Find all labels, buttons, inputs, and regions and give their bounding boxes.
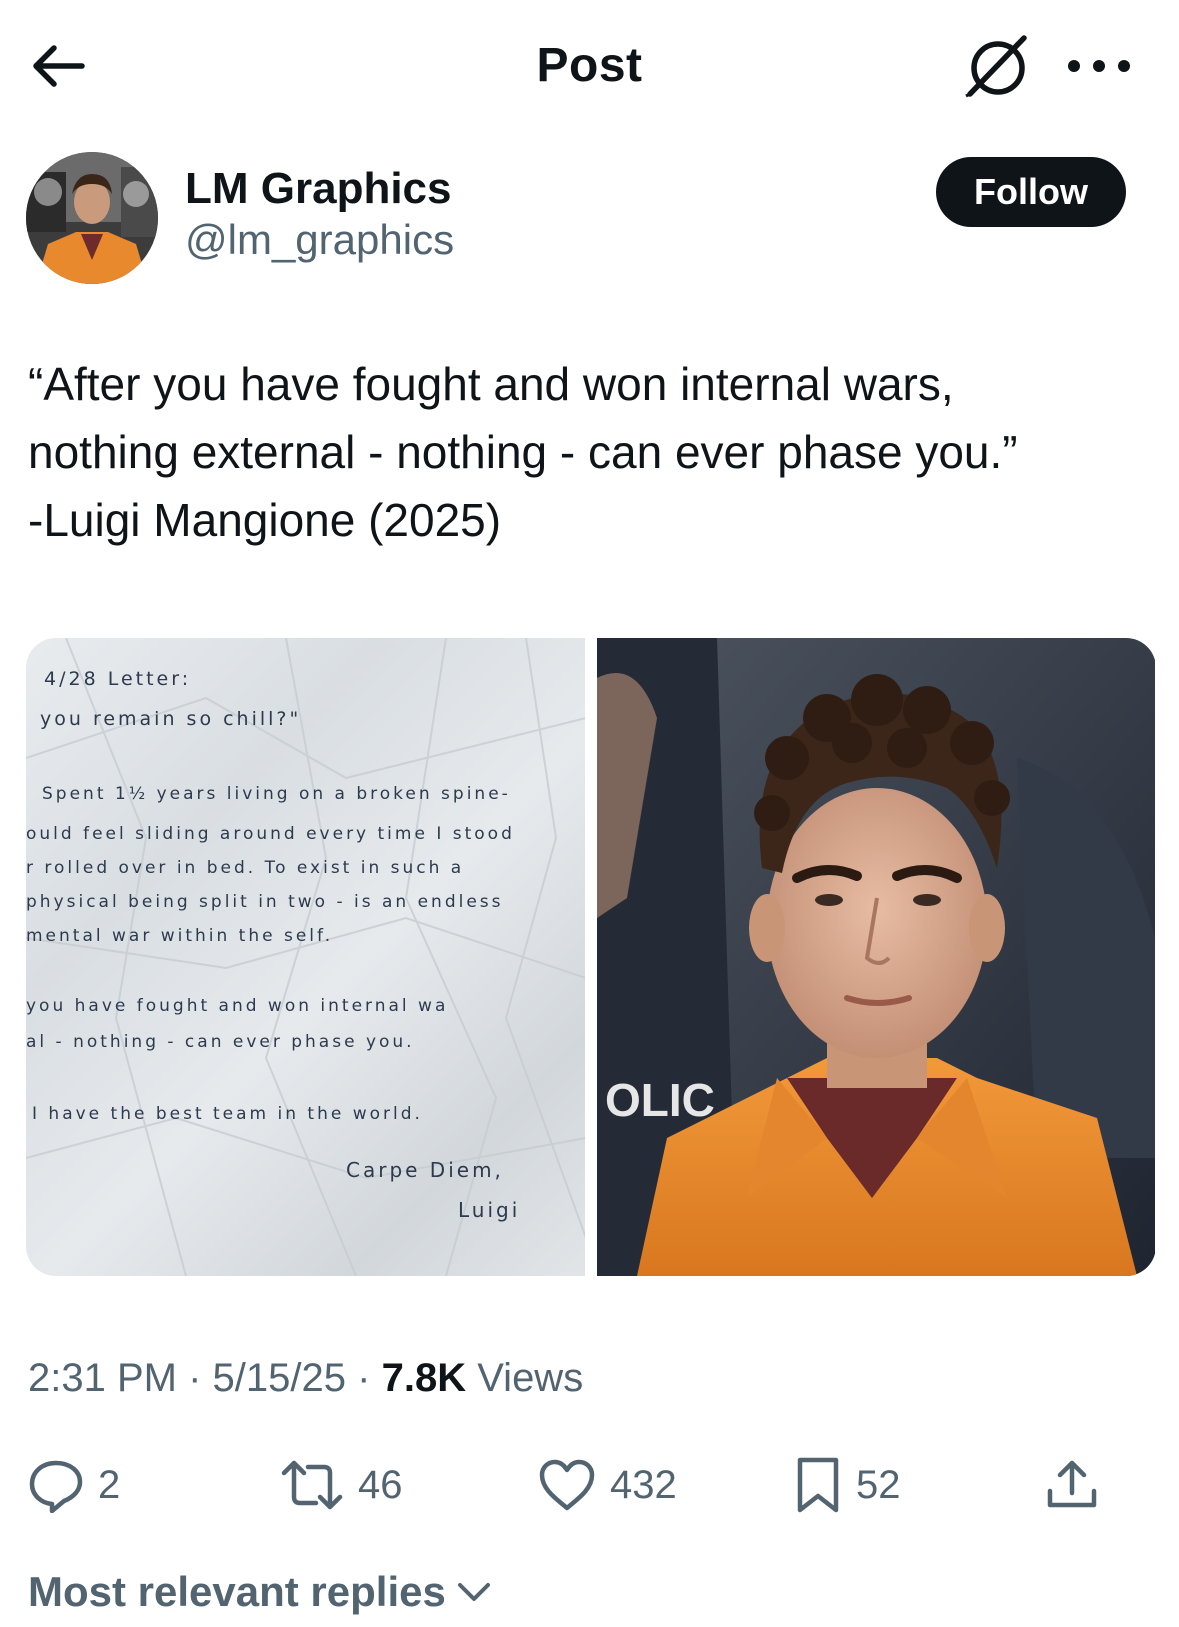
meta-separator: · [357,1356,371,1400]
author-row: LM Graphics @lm_graphics Follow [26,152,1156,286]
chevron-down-icon [457,1583,490,1601]
more-dot [1093,60,1105,72]
grok-icon [965,35,1027,98]
more-button[interactable] [1068,56,1130,76]
replies-sort-dropdown[interactable]: Most relevant replies [28,1568,494,1616]
like-button[interactable]: 432 [538,1450,677,1520]
reply-count: 2 [98,1462,121,1507]
tweet-text-line: “After you have fought and won internal … [28,358,954,410]
letter-line: you remain so chill?" [40,708,302,730]
follow-button[interactable]: Follow [936,157,1126,227]
heart-icon [539,1459,595,1511]
tweet-date[interactable]: 5/15/25 [213,1356,346,1400]
author-name[interactable]: LM Graphics [185,164,452,214]
reply-button[interactable]: 2 [28,1450,120,1520]
letter-line: Spent 1½ years living on a broken spine- [42,784,511,804]
letter-line: 4/28 Letter: [44,668,192,690]
bookmark-icon [797,1457,839,1513]
share-button[interactable] [1044,1450,1100,1520]
mugshot-photo[interactable]: OLIC [597,638,1156,1276]
letter-line: al - nothing - can ever phase you. [26,1032,415,1052]
letter-image[interactable]: 4/28 Letter: you remain so chill?" Spent… [26,638,585,1276]
letter-line: Carpe Diem, [346,1158,504,1182]
tweet-media: 4/28 Letter: you remain so chill?" Spent… [26,638,1156,1276]
replies-sort-label: Most relevant replies [28,1568,446,1615]
author-handle[interactable]: @lm_graphics [185,216,454,264]
tweet-text-line: -Luigi Mangione (2025) [28,494,502,546]
meta-separator: · [188,1356,202,1400]
avatar[interactable] [26,152,158,284]
letter-line: I have the best team in the world. [32,1104,423,1124]
repost-count: 46 [358,1462,403,1507]
bookmark-count: 52 [856,1462,901,1507]
letter-line: mental war within the self. [26,926,334,946]
letter-line: physical being split in two - is an endl… [26,892,504,912]
tweet-text: “After you have fought and won internal … [28,350,1148,554]
views-count: 7.8K [381,1356,467,1400]
letter-line: you have fought and won internal wa [26,996,449,1016]
share-icon [1047,1460,1097,1508]
views-label: Views [477,1356,584,1400]
top-bar: Post [0,0,1179,130]
tweet-time[interactable]: 2:31 PM [28,1356,177,1400]
like-count: 432 [610,1462,677,1507]
letter-line: ould feel sliding around every time I st… [26,824,515,844]
reply-icon [29,1460,83,1513]
tweet-text-line: nothing external - nothing - can ever ph… [28,426,1018,478]
tweet-meta: 2:31 PM · 5/15/25 · 7.8K Views [28,1356,583,1401]
more-dot [1118,60,1130,72]
bookmark-button[interactable]: 52 [794,1450,901,1520]
repost-icon [281,1460,343,1510]
more-dot [1068,60,1080,72]
letter-line: Luigi [458,1198,521,1222]
grok-button[interactable] [962,34,1038,100]
repost-button[interactable]: 46 [280,1450,403,1520]
letter-line: r rolled over in bed. To exist in such a [26,858,465,878]
photo-sign-text: OLIC [605,1074,715,1126]
action-bar: 2 46 432 52 [28,1450,1158,1520]
